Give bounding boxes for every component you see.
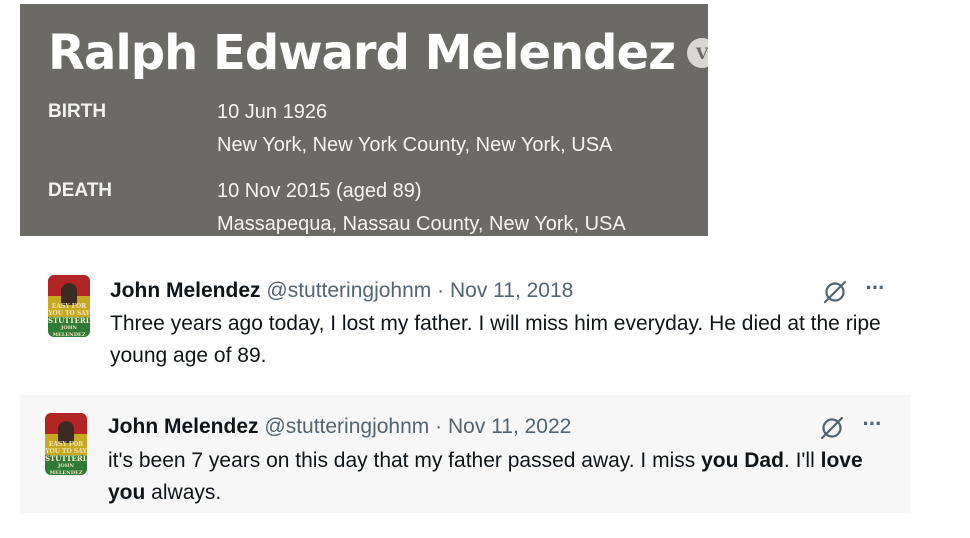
separator: · [435,415,443,438]
more-icon[interactable]: ··· [862,277,888,305]
tweet-text-part: . I'll [783,449,821,472]
veteran-badge-icon[interactable]: V [687,38,708,68]
avatar[interactable]: EASY FOR YOU TO SAY STUTTERING JOHN MELE… [45,413,87,475]
death-place: Massapequa, Nassau County, New York, USA [217,213,626,235]
tweet-text-part: always. [145,481,222,504]
avatar[interactable]: EASY FOR YOU TO SAY STUTTERING JOHN MELE… [48,275,90,337]
author-name[interactable]: John Melendez [110,279,261,302]
tweet-header: John Melendez @stutteringjohnm · Nov 11,… [108,415,571,439]
memorial-name: Ralph Edward Melendez [48,25,676,81]
tweet-header: John Melendez @stutteringjohnm · Nov 11,… [110,279,573,303]
memorial-name-row: Ralph Edward Melendez V [48,18,708,88]
tweet[interactable]: EASY FOR YOU TO SAY STUTTERING JOHN MELE… [20,395,910,513]
tweet-date[interactable]: Nov 11, 2018 [450,279,573,302]
avatar-text: JOHN MELENDEZ [49,463,83,475]
avatar-text: STUTTERING [48,316,90,325]
birth-label: BIRTH [48,101,107,122]
birth-place: New York, New York County, New York, USA [217,134,613,156]
author-name[interactable]: John Melendez [108,415,259,438]
death-date: 10 Nov 2015 (aged 89) [217,180,422,202]
tweet-text: it's been 7 years on this day that my fa… [108,445,888,509]
grok-icon[interactable] [822,279,848,305]
birth-date: 10 Jun 1926 [217,101,328,123]
death-label: DEATH [48,180,113,201]
author-handle[interactable]: @stutteringjohnm [266,279,431,302]
tweet-text: Three years ago today, I lost my father.… [110,312,881,367]
avatar-text: EASY FOR [51,303,87,310]
tweet[interactable]: EASY FOR YOU TO SAY STUTTERING JOHN MELE… [20,262,910,378]
avatar-text: EASY FOR [48,441,84,448]
memorial-card: Ralph Edward Melendez V BIRTH 10 Jun 192… [20,4,708,236]
tweet-text-bold: you Dad [701,449,784,472]
separator: · [437,279,445,302]
tweet-date[interactable]: Nov 11, 2022 [448,415,571,438]
more-icon[interactable]: ··· [859,413,885,441]
avatar-text: JOHN MELENDEZ [52,325,86,337]
tweet-text-part: it's been 7 years on this day that my fa… [108,449,702,472]
grok-icon[interactable] [819,415,845,441]
author-handle[interactable]: @stutteringjohnm [264,415,429,438]
avatar-text: STUTTERING [45,454,87,463]
